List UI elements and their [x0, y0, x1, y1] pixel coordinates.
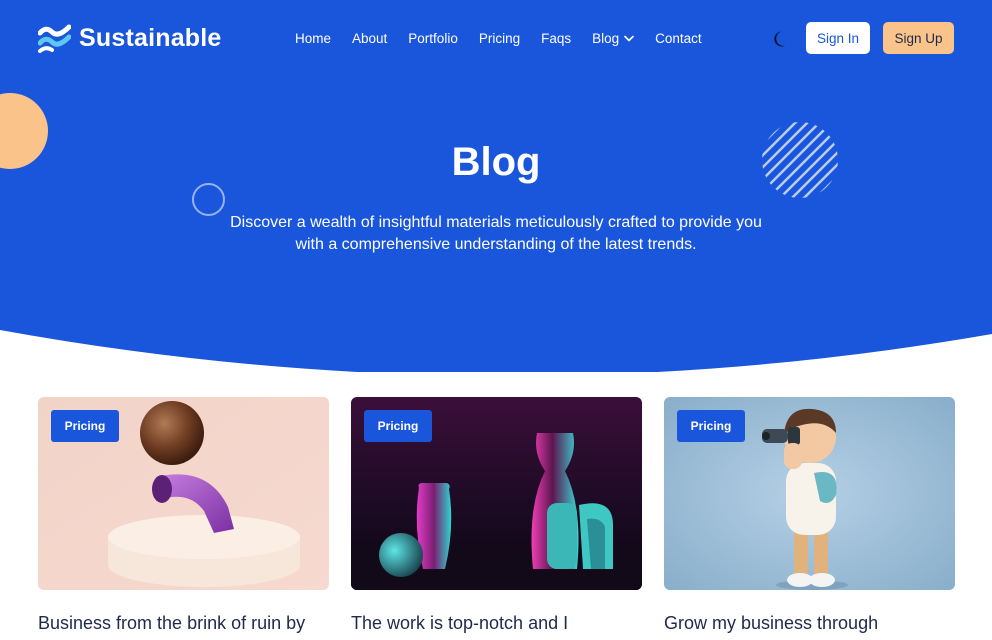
nav-blog[interactable]: Blog: [592, 31, 634, 46]
main-nav: Home About Portfolio Pricing Faqs Blog C…: [295, 31, 723, 46]
blog-post-card: Pricing Grow my business through: [664, 397, 955, 635]
nav-home[interactable]: Home: [295, 31, 331, 46]
nav-portfolio[interactable]: Portfolio: [408, 31, 458, 46]
blog-post-card: Pricing Business from the brink of ruin …: [38, 397, 329, 635]
nav-contact[interactable]: Contact: [655, 31, 702, 46]
blog-post-card: Pricing The work is top-notch and I: [351, 397, 642, 635]
sign-up-button[interactable]: Sign Up: [883, 22, 954, 54]
sign-in-button[interactable]: Sign In: [806, 22, 870, 54]
category-tag[interactable]: Pricing: [51, 410, 119, 442]
hero-background: [0, 0, 992, 372]
hero-section: Sustainable Home About Portfolio Pricing…: [0, 0, 992, 372]
post-title[interactable]: Grow my business through: [664, 611, 955, 635]
nav-pricing[interactable]: Pricing: [479, 31, 520, 46]
post-title[interactable]: Business from the brink of ruin by: [38, 611, 329, 635]
post-image-neon-vases[interactable]: Pricing: [351, 397, 642, 590]
hero-subtitle-line-1: Discover a wealth of insightful material…: [230, 214, 762, 231]
category-tag[interactable]: Pricing: [364, 410, 432, 442]
blog-post-list: Pricing Business from the brink of ruin …: [38, 397, 955, 635]
nav-blog-label: Blog: [592, 31, 620, 46]
chevron-down-icon: [624, 35, 634, 42]
nav-about[interactable]: About: [352, 31, 387, 46]
brand-name: Sustainable: [79, 24, 222, 52]
page-title: Blog: [451, 140, 541, 184]
post-image-sphere-on-pipe[interactable]: Pricing: [38, 397, 329, 590]
wave-logo-icon: [38, 24, 71, 53]
category-tag[interactable]: Pricing: [677, 410, 745, 442]
post-title[interactable]: The work is top-notch and I: [351, 611, 642, 635]
nav-faqs[interactable]: Faqs: [541, 31, 571, 46]
hero-subtitle: Discover a wealth of insightful material…: [206, 212, 786, 256]
hero-subtitle-line-2: with a comprehensive understanding of th…: [295, 236, 697, 253]
post-image-boy-with-binoculars[interactable]: Pricing: [664, 397, 955, 590]
moon-icon[interactable]: [772, 29, 792, 49]
brand-logo[interactable]: Sustainable: [38, 24, 222, 53]
